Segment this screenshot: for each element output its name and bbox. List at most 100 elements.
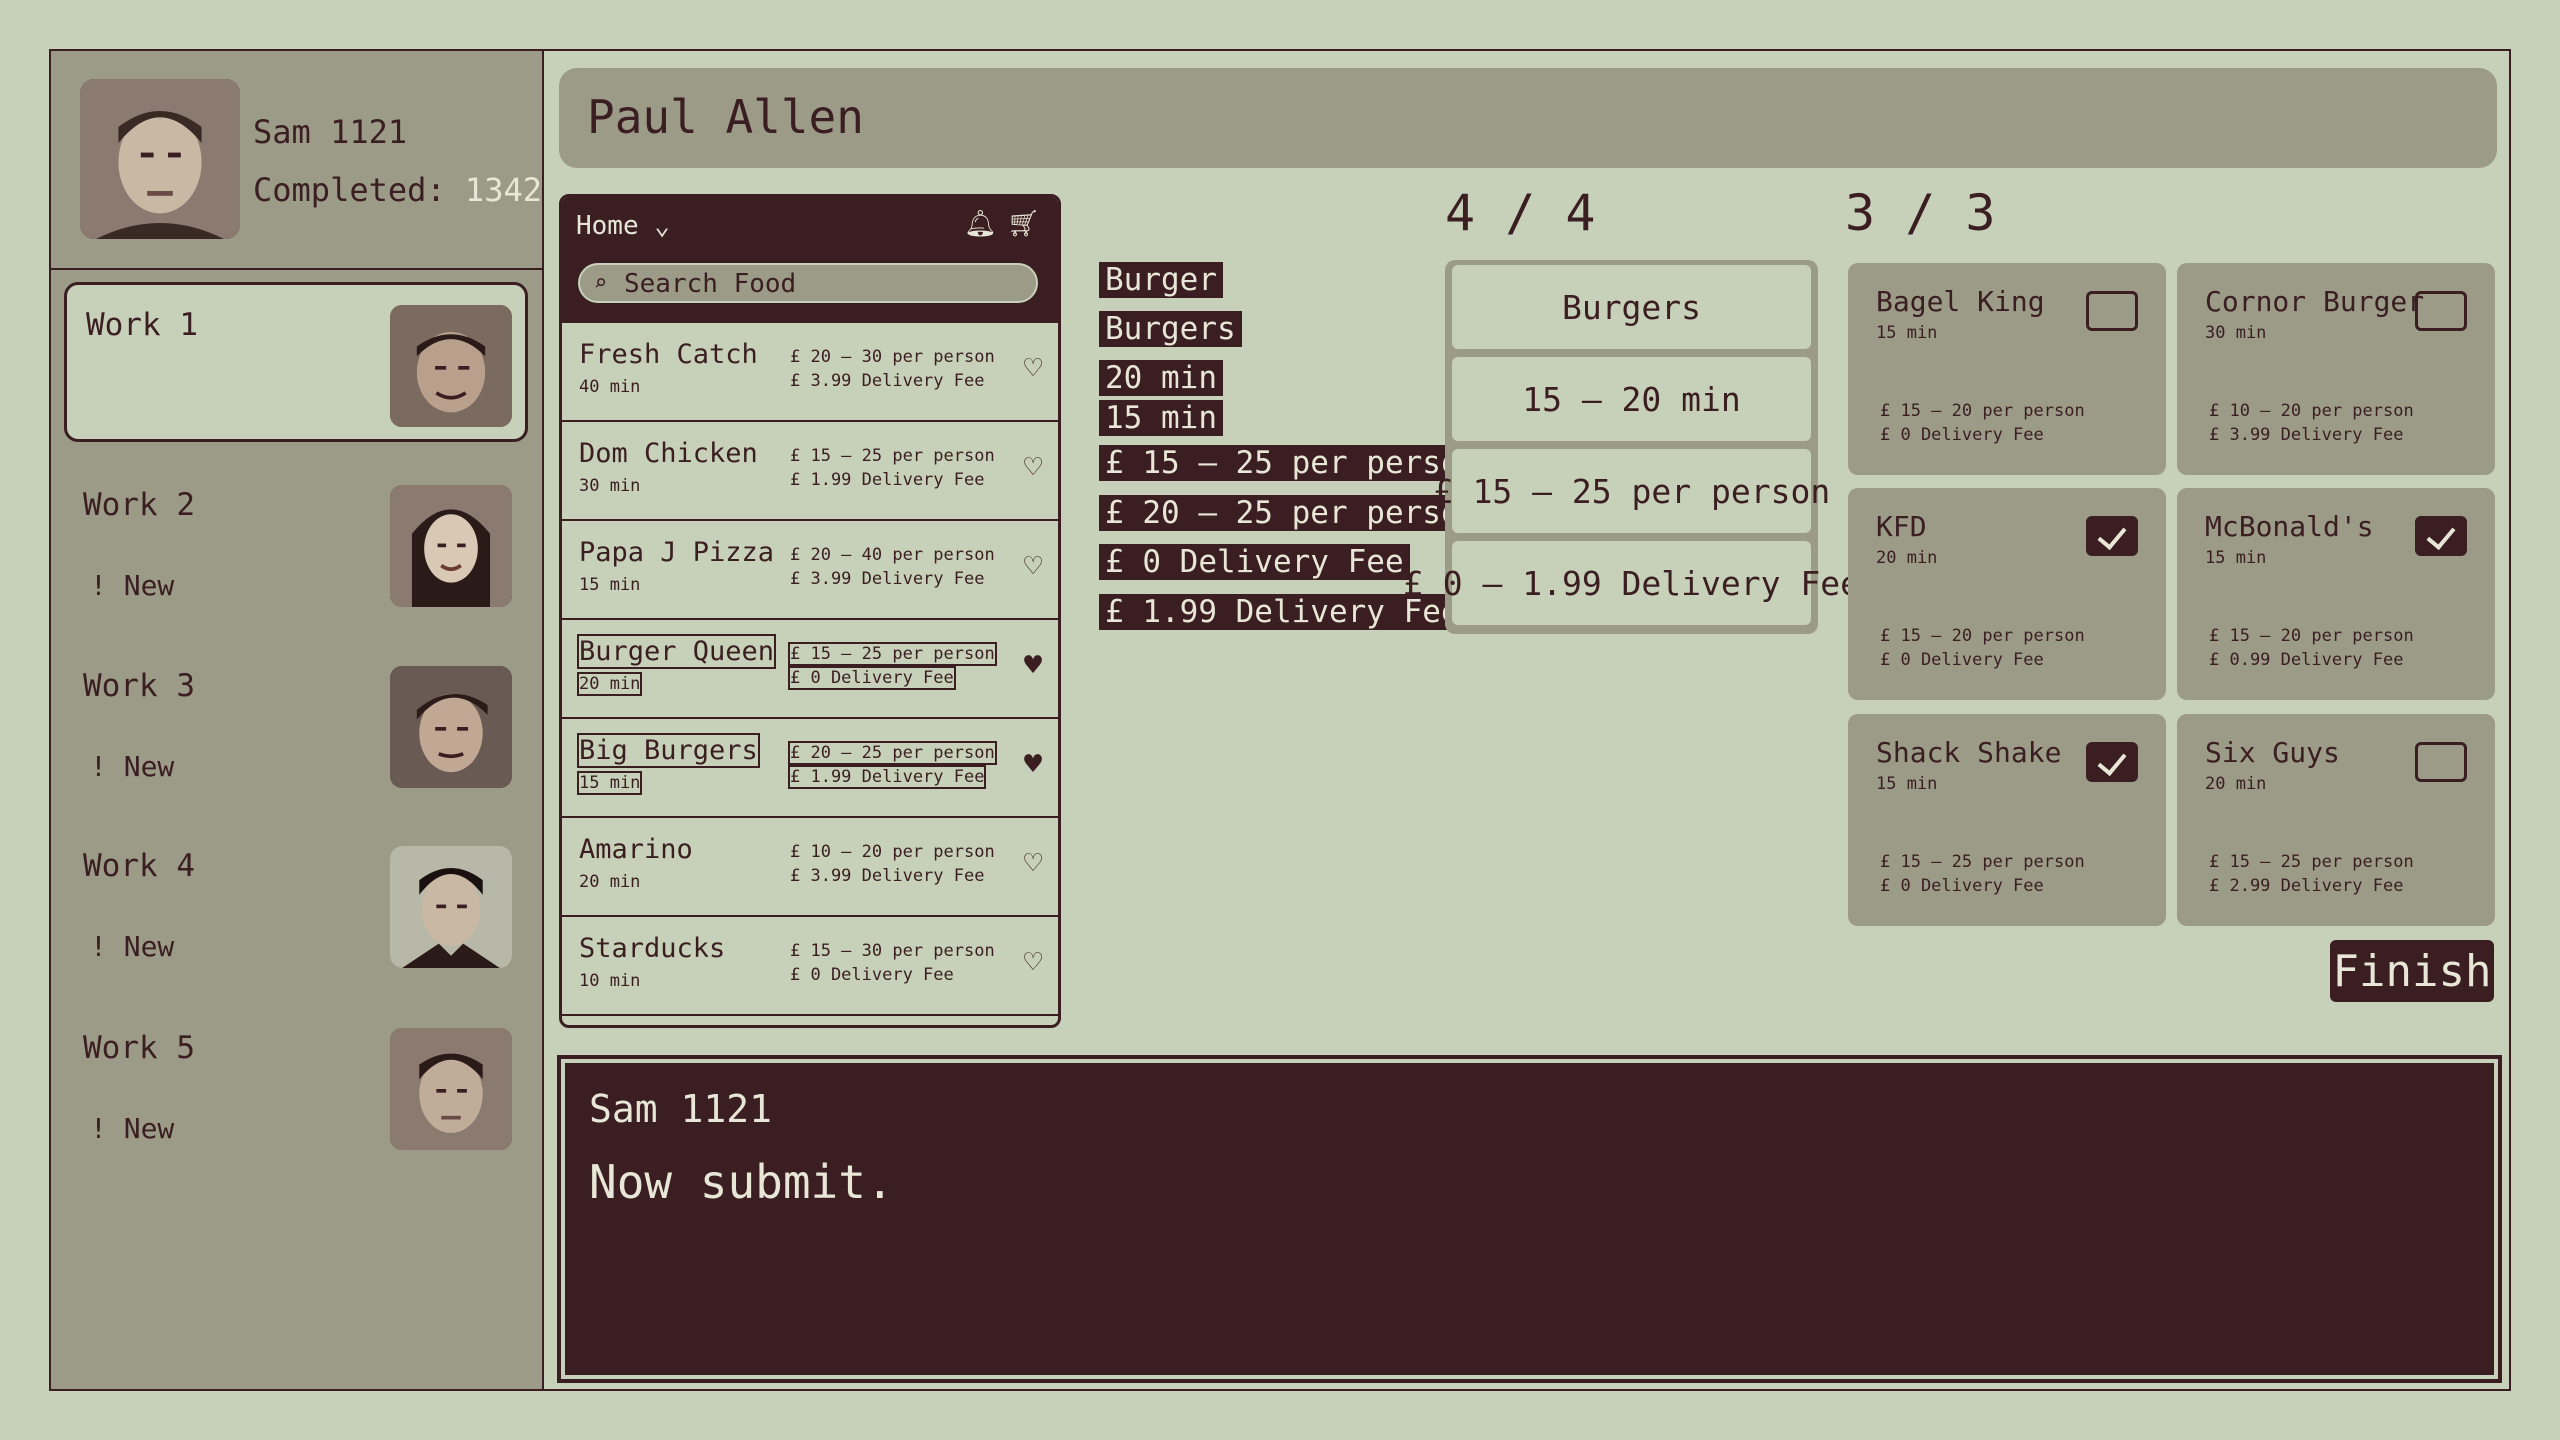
restaurant-name: Burger Queen: [576, 634, 777, 669]
new-badge: ! New: [90, 930, 175, 963]
dialogue-box: Sam 1121 Now submit.: [557, 1055, 2502, 1383]
work-title: Work 1: [86, 307, 198, 343]
card-time: 15 min: [1876, 323, 1938, 343]
client-avatar: [390, 1028, 512, 1150]
new-badge: ! New: [90, 750, 175, 783]
select-checkbox[interactable]: [2086, 516, 2138, 556]
work-item-4[interactable]: Work 4 ! New: [64, 826, 528, 986]
filter-category[interactable]: Burgers: [1452, 265, 1811, 349]
card-name: Shack Shake: [1876, 736, 2062, 769]
clue-tag[interactable]: £ 0 Delivery Fee: [1099, 544, 1410, 580]
work-title: Work 2: [83, 487, 195, 523]
work-item-2[interactable]: Work 2 ! New: [64, 465, 528, 625]
card-name: Cornor Burger: [2205, 285, 2425, 318]
work-title: Work 3: [83, 668, 195, 704]
heart-icon[interactable]: ♡: [1024, 450, 1042, 485]
clue-tag[interactable]: £ 15 – 25 per person: [1099, 445, 1485, 481]
restaurant-row[interactable]: Big Burgers 15 min £ 20 – 25 per person £ 1…: [562, 719, 1058, 818]
restaurant-row[interactable]: Papa J Pizza 15 min £ 20 – 40 per person £ …: [562, 521, 1058, 620]
card-price: £ 15 – 20 per person: [2209, 626, 2414, 646]
restaurant-time: 30 min: [579, 476, 641, 496]
card-name: KFD: [1876, 510, 1927, 543]
clue-tag[interactable]: Burger: [1099, 262, 1223, 298]
restaurant-card[interactable]: Cornor Burger 30 min £ 10 – 20 per person £…: [2177, 263, 2495, 475]
home-dropdown[interactable]: Home ⌄: [576, 211, 670, 241]
restaurant-card[interactable]: Bagel King 15 min £ 15 – 20 per person £ 0 …: [1848, 263, 2166, 475]
card-fee: £ 3.99 Delivery Fee: [2209, 425, 2404, 445]
restaurant-price: £ 15 – 25 per person: [790, 446, 995, 466]
filter-fee[interactable]: £ 0 – 1.99 Delivery Fee: [1403, 541, 1860, 625]
finish-button[interactable]: Finish: [2330, 940, 2494, 1002]
restaurant-row[interactable]: Starducks 10 min £ 15 – 30 per person £ 0 D…: [562, 917, 1058, 1016]
heart-icon[interactable]: ♥: [1024, 648, 1042, 683]
select-checkbox[interactable]: [2415, 291, 2467, 331]
restaurant-time: 40 min: [579, 377, 641, 397]
restaurant-row[interactable]: Burger Queen 20 min £ 15 – 25 per person £ …: [562, 620, 1058, 719]
work-title: Work 5: [83, 1030, 195, 1066]
bell-icon[interactable]: 🔔︎: [964, 209, 997, 239]
restaurant-fee: £ 1.99 Delivery Fee: [787, 765, 987, 789]
restaurant-fee: £ 0 Delivery Fee: [788, 666, 956, 690]
restaurant-price: £ 20 – 30 per person: [790, 347, 995, 367]
work-item-3[interactable]: Work 3 ! New: [64, 646, 528, 806]
work-title: Work 4: [83, 848, 195, 884]
restaurant-time: 20 min: [576, 672, 643, 696]
restaurant-row[interactable]: Fresh Catch 40 min £ 20 – 30 per person £ 3…: [562, 323, 1058, 422]
client-avatar: [390, 666, 512, 788]
restaurant-fee: £ 1.99 Delivery Fee: [790, 470, 985, 490]
completed-value: 1342: [464, 171, 542, 209]
filter-price[interactable]: £ 15 – 25 per person: [1433, 449, 1830, 533]
completed-label: Completed:: [253, 171, 446, 209]
restaurant-row[interactable]: Dom Chicken 30 min £ 15 – 25 per person £ 1…: [562, 422, 1058, 521]
restaurant-name: Dom Chicken: [579, 438, 758, 469]
search-icon: ⌕: [594, 271, 608, 296]
card-fee: £ 2.99 Delivery Fee: [2209, 876, 2404, 896]
select-checkbox[interactable]: [2415, 516, 2467, 556]
heart-icon[interactable]: ♡: [1024, 549, 1042, 584]
dialogue-text: Now submit.: [589, 1155, 894, 1209]
dialogue-speaker: Sam 1121: [589, 1087, 773, 1131]
restaurant-fee: £ 3.99 Delivery Fee: [790, 866, 985, 886]
select-checkbox[interactable]: [2086, 291, 2138, 331]
client-avatar: [390, 846, 512, 968]
filter-time[interactable]: 15 – 20 min: [1452, 357, 1811, 441]
filter-panel: Burgers 15 – 20 min £ 15 – 25 per person…: [1403, 260, 1860, 634]
clue-tag[interactable]: 20 min: [1099, 360, 1223, 396]
card-name: Six Guys: [2205, 736, 2340, 769]
card-time: 20 min: [2205, 774, 2267, 794]
restaurant-name: Starducks: [579, 933, 726, 964]
select-checkbox[interactable]: [2415, 742, 2467, 782]
new-badge: ! New: [90, 1112, 175, 1145]
cart-icon[interactable]: 🛒︎: [1007, 209, 1040, 239]
card-price: £ 10 – 20 per person: [2209, 401, 2414, 421]
restaurant-card[interactable]: Shack Shake 15 min £ 15 – 25 per person £ 0…: [1848, 714, 2166, 926]
clue-tag[interactable]: 15 min: [1099, 400, 1223, 436]
card-fee: £ 0 Delivery Fee: [1880, 425, 2044, 445]
select-checkbox[interactable]: [2086, 742, 2138, 782]
card-price: £ 15 – 20 per person: [1880, 401, 2085, 421]
heart-icon[interactable]: ♡: [1024, 846, 1042, 881]
player-name: Sam 1121: [253, 113, 408, 151]
clue-tag[interactable]: Burgers: [1099, 311, 1242, 347]
restaurant-card[interactable]: Six Guys 20 min £ 15 – 25 per person £ 2.99…: [2177, 714, 2495, 926]
restaurant-price: £ 15 – 25 per person: [788, 642, 997, 666]
restaurant-time: 15 min: [579, 575, 641, 595]
work-item-1[interactable]: Work 1: [64, 282, 528, 442]
heart-icon[interactable]: ♥: [1024, 747, 1042, 782]
restaurant-card[interactable]: McBonald's 15 min £ 15 – 20 per person £ 0.…: [2177, 488, 2495, 700]
food-app: Home ⌄ 🔔︎ 🛒︎ ⌕ Search Food Fresh Catch 40 …: [559, 194, 1061, 1028]
clue-tag[interactable]: £ 20 – 25 per person: [1099, 495, 1485, 531]
card-time: 15 min: [2205, 548, 2267, 568]
card-name: McBonald's: [2205, 510, 2374, 543]
search-input[interactable]: ⌕ Search Food: [578, 263, 1038, 303]
restaurant-row[interactable]: Amarino 20 min £ 10 – 20 per person £ 3.99 …: [562, 818, 1058, 917]
card-fee: £ 0 Delivery Fee: [1880, 650, 2044, 670]
heart-icon[interactable]: ♡: [1024, 945, 1042, 980]
heart-icon[interactable]: ♡: [1024, 351, 1042, 386]
card-price: £ 15 – 25 per person: [2209, 852, 2414, 872]
work-item-5[interactable]: Work 5 ! New: [64, 1008, 528, 1168]
work-sidebar: Sam 1121 Completed: 1342 Work 1 Work 2 !…: [51, 51, 544, 1389]
restaurant-card[interactable]: KFD 20 min £ 15 – 20 per person £ 0 Deliver…: [1848, 488, 2166, 700]
restaurant-price: £ 15 – 30 per person: [790, 941, 995, 961]
client-avatar: [390, 485, 512, 607]
